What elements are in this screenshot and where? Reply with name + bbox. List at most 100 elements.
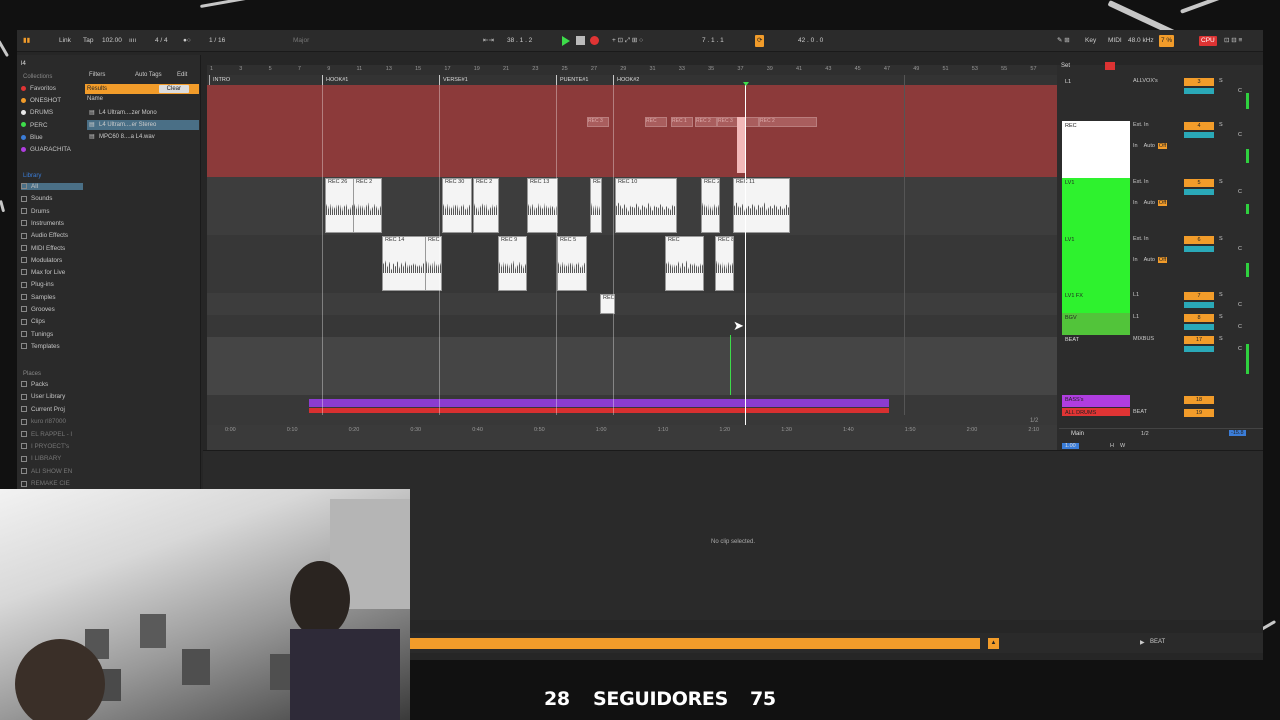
place-item[interactable]: REMAKE CIE xyxy=(21,480,70,487)
pan-knob[interactable]: C xyxy=(1238,302,1242,308)
pan-knob[interactable]: C xyxy=(1238,324,1242,330)
track-number[interactable]: 6 xyxy=(1184,236,1214,244)
solo-button[interactable]: S xyxy=(1219,78,1223,84)
input-routing[interactable]: Ext. In xyxy=(1133,122,1149,128)
library-item[interactable]: Modulators xyxy=(21,257,83,264)
solo-button[interactable]: S xyxy=(1219,236,1223,242)
library-item[interactable]: Instruments xyxy=(21,220,83,227)
audio-clip[interactable]: REC xyxy=(665,236,704,291)
pan-knob[interactable]: C xyxy=(1238,88,1242,94)
input-routing[interactable]: ALLVOX's xyxy=(1133,78,1158,84)
play-icon[interactable] xyxy=(562,36,570,46)
library-item[interactable]: Sounds xyxy=(21,195,83,202)
input-routing[interactable]: L1 xyxy=(1133,314,1139,320)
warning-icon[interactable]: ▲ xyxy=(988,638,999,649)
collection-item[interactable]: Blue xyxy=(21,134,43,141)
library-item[interactable]: Templates xyxy=(21,343,83,350)
input-routing[interactable]: Ext. In xyxy=(1133,179,1149,185)
bar-ruler[interactable]: 1 3 5 7 9 11 13 15 17 19 21 23 25 27 29 31 33 35 37 39 41 43 4… xyxy=(207,65,1062,75)
collection-item[interactable]: ONESHOT xyxy=(21,97,61,104)
input-routing[interactable]: BEAT xyxy=(1133,409,1147,415)
filters-button[interactable]: Filters xyxy=(89,72,105,78)
input-routing[interactable]: MIXBUS xyxy=(1133,336,1154,342)
h-button[interactable]: H xyxy=(1110,443,1114,449)
ghost-clip[interactable]: REC xyxy=(645,117,667,127)
track-header[interactable]: REC xyxy=(1062,121,1130,178)
audio-clip[interactable]: REC 13 xyxy=(527,178,558,233)
input-routing[interactable]: Ext. In xyxy=(1133,236,1149,242)
track-number[interactable]: 3 xyxy=(1184,78,1214,86)
record-arm-icon[interactable] xyxy=(1105,62,1115,70)
main-volume[interactable]: -15.8 xyxy=(1229,430,1246,436)
volume-field[interactable] xyxy=(1184,346,1214,352)
edit-button[interactable]: Edit xyxy=(177,72,187,78)
loop-icon[interactable]: ⟳ xyxy=(755,35,765,47)
place-item[interactable]: I PRYOECT's xyxy=(21,443,69,450)
audio-clip[interactable]: REC 10 xyxy=(615,178,677,233)
pan-knob[interactable]: C xyxy=(1238,132,1242,138)
place-item[interactable]: ALI SHOW EN xyxy=(21,468,72,475)
main-track[interactable]: Main 1/2 -15.8 xyxy=(1059,428,1263,440)
solo-button[interactable]: S xyxy=(1219,314,1223,320)
loop-length[interactable]: 42 . 0 . 0 xyxy=(798,30,823,52)
nudge-icon[interactable]: ıııı xyxy=(129,30,136,52)
audio-clip[interactable]: REC 5 xyxy=(557,236,587,291)
track-number[interactable]: 5 xyxy=(1184,179,1214,187)
locator-lane[interactable]: INTRO HOOK#1 VERSE#1 PUENTE#1 HOOK#2 xyxy=(207,75,1062,85)
audio-clip[interactable]: REC 30 xyxy=(442,178,472,233)
crossfade-value[interactable]: 1.00 xyxy=(1062,443,1079,449)
file-item[interactable]: ▤ L4 Ultram....er Stereo xyxy=(87,120,199,130)
w-button[interactable]: W xyxy=(1120,443,1125,449)
record-icon[interactable] xyxy=(590,36,599,45)
track-header[interactable]: BEAT xyxy=(1062,335,1130,393)
tempo-field[interactable]: 102.00 xyxy=(102,30,122,52)
file-item[interactable]: ▤ MPC60 8....a L4.wav xyxy=(87,132,199,142)
track-number[interactable]: 19 xyxy=(1184,409,1214,417)
tap-button[interactable]: Tap xyxy=(83,30,93,52)
library-item[interactable]: Grooves xyxy=(21,306,83,313)
selected-ghost-clip[interactable] xyxy=(737,117,745,173)
monitor-auto[interactable]: In Auto Off xyxy=(1133,200,1168,206)
auto-tags-button[interactable]: Auto Tags xyxy=(135,72,162,78)
track-header[interactable]: L1 xyxy=(1062,77,1130,121)
ghost-clip[interactable]: REC 2 xyxy=(759,117,817,127)
solo-button[interactable]: S xyxy=(1219,122,1223,128)
track-lane-beat[interactable] xyxy=(207,337,1062,395)
bass-clip[interactable] xyxy=(309,399,889,407)
locator-marker[interactable]: INTRO xyxy=(209,75,230,85)
solo-button[interactable]: S xyxy=(1219,336,1223,342)
track-lane-fx[interactable] xyxy=(207,293,1062,315)
library-item[interactable]: Audio Effects xyxy=(21,232,83,239)
midi-button[interactable]: MIDI xyxy=(1108,30,1122,52)
audio-clip[interactable]: REC 2 xyxy=(353,178,382,233)
track-number[interactable]: 17 xyxy=(1184,336,1214,344)
place-item[interactable]: Packs xyxy=(21,381,48,388)
library-item[interactable]: Drums xyxy=(21,208,83,215)
clear-button[interactable]: Clear xyxy=(158,85,189,93)
ghost-clip[interactable]: REC 3 xyxy=(717,117,739,127)
play-track-icon[interactable]: ▶ xyxy=(1140,639,1145,646)
audio-clip[interactable]: REC xyxy=(590,178,602,233)
search-input[interactable]: l4 xyxy=(21,60,26,67)
input-routing[interactable]: L1 xyxy=(1133,292,1139,298)
solo-button[interactable]: S xyxy=(1219,292,1223,298)
metronome-icon[interactable]: ●○ xyxy=(183,30,191,52)
solo-button[interactable]: S xyxy=(1219,179,1223,185)
library-item[interactable]: All xyxy=(21,183,83,190)
link-button[interactable]: Link xyxy=(59,30,71,52)
follow-icon[interactable]: ⇤⇥ xyxy=(483,30,494,52)
key-button[interactable]: Key xyxy=(1085,30,1096,52)
view-toggle-icon[interactable]: ▮▮ xyxy=(23,30,30,52)
track-number[interactable]: 18 xyxy=(1184,396,1214,404)
place-item[interactable]: Current Proj xyxy=(21,406,65,413)
locator-marker[interactable]: HOOK#2 xyxy=(613,75,639,85)
track-header[interactable]: BASS's xyxy=(1062,395,1130,407)
monitor-auto[interactable]: In Auto Off xyxy=(1133,143,1168,149)
audio-clip[interactable]: REC 26 xyxy=(325,178,355,233)
pan-knob[interactable]: C xyxy=(1238,246,1242,252)
collection-item[interactable]: Favoritos xyxy=(21,85,56,92)
place-item[interactable]: kuro rl87000 xyxy=(21,418,66,425)
track-number[interactable]: 7 xyxy=(1184,292,1214,300)
library-item[interactable]: Clips xyxy=(21,318,83,325)
library-item[interactable]: MIDI Effects xyxy=(21,245,83,252)
